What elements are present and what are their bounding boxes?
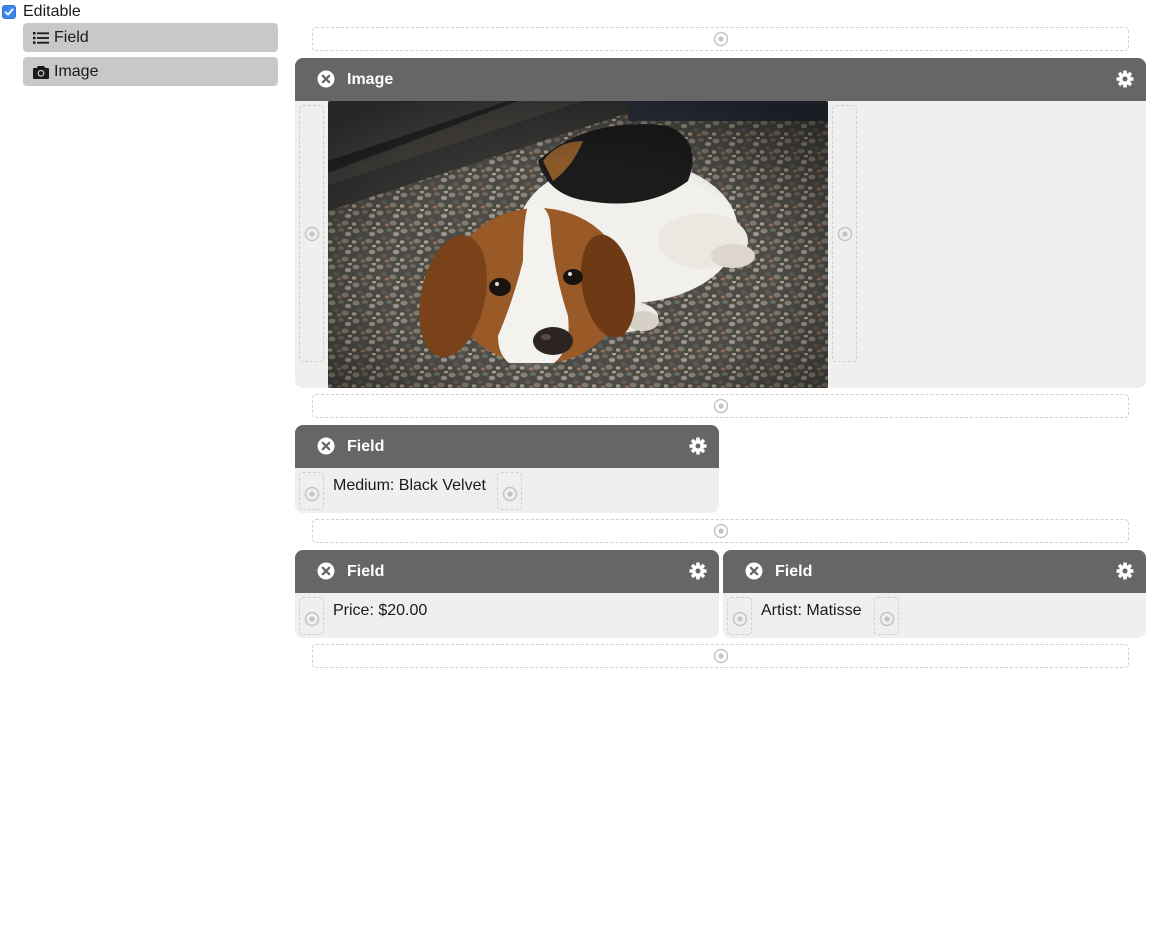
gear-icon[interactable] (689, 437, 707, 455)
target-icon (713, 31, 728, 47)
close-icon[interactable] (317, 562, 335, 580)
palette-field-label: Field (54, 28, 89, 46)
editable-toggle[interactable]: Editable (2, 2, 81, 22)
gear-icon[interactable] (1116, 70, 1134, 88)
target-icon (713, 648, 728, 664)
drop-zone-field-right[interactable] (874, 597, 899, 635)
close-icon[interactable] (745, 562, 763, 580)
drop-zone-field-left[interactable] (727, 597, 752, 635)
field-panel-header: Field (295, 550, 719, 593)
palette-image-button[interactable]: Image (23, 57, 278, 86)
drop-zone-top[interactable] (312, 27, 1129, 51)
image-panel-header: Image (295, 58, 1146, 101)
field-value[interactable]: Price: $20.00 (333, 601, 427, 620)
field-panel-title: Field (775, 563, 813, 580)
field-panel-header: Field (295, 425, 719, 468)
camera-icon (33, 64, 49, 80)
target-icon (713, 398, 728, 414)
drop-zone-after-medium[interactable] (312, 519, 1129, 543)
drop-zone-field-right[interactable] (497, 472, 522, 510)
target-icon (304, 226, 319, 241)
field-panel-header: Field (723, 550, 1146, 593)
target-icon (732, 611, 747, 627)
field-panel-title: Field (347, 438, 385, 455)
target-icon (502, 486, 517, 502)
puppy-image (328, 101, 828, 388)
close-icon[interactable] (317, 70, 335, 88)
gear-icon[interactable] (689, 562, 707, 580)
editable-checkbox[interactable] (2, 5, 16, 19)
target-icon (879, 611, 894, 627)
drop-zone-image-left[interactable] (299, 105, 324, 362)
target-icon (837, 226, 852, 241)
list-icon (33, 30, 49, 46)
target-icon (304, 486, 319, 502)
drop-zone-field-left[interactable] (299, 472, 324, 510)
editable-label: Editable (23, 3, 81, 20)
field-value[interactable]: Medium: Black Velvet (333, 476, 486, 495)
field-panel-title: Field (347, 563, 385, 580)
field-panel-price: Field (295, 550, 719, 638)
close-icon[interactable] (317, 437, 335, 455)
field-panel-artist: Field (723, 550, 1146, 638)
palette-field-button[interactable]: Field (23, 23, 278, 52)
gear-icon[interactable] (1116, 562, 1134, 580)
target-icon (304, 611, 319, 627)
palette-image-label: Image (54, 62, 99, 80)
drop-zone-after-image[interactable] (312, 394, 1129, 418)
drop-zone-image-right[interactable] (832, 105, 857, 362)
drop-zone-bottom[interactable] (312, 644, 1129, 668)
image-panel-title: Image (347, 71, 394, 88)
target-icon (713, 523, 728, 539)
field-value[interactable]: Artist: Matisse (761, 601, 861, 620)
drop-zone-field-left[interactable] (299, 597, 324, 635)
